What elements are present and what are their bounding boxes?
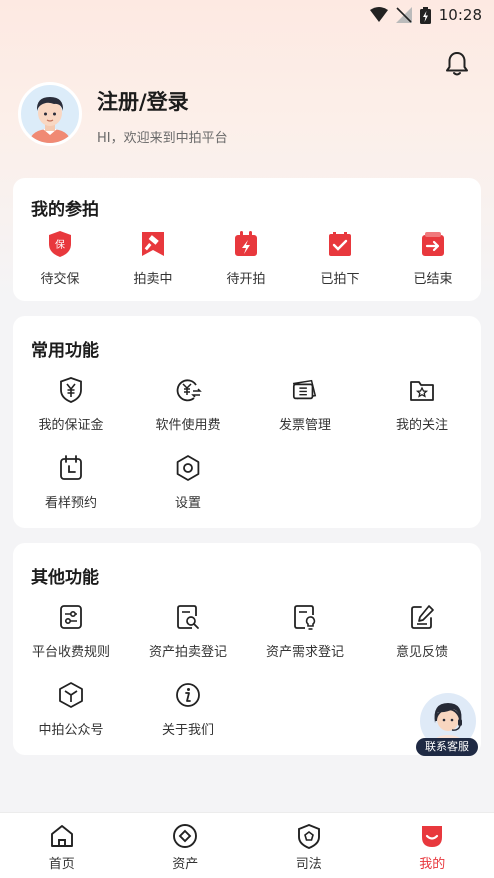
login-register-link[interactable]: 注册/登录 <box>97 86 189 116</box>
software-fee[interactable]: 软件使用费 <box>148 376 228 433</box>
star-folder-icon <box>410 381 434 401</box>
my-follows-label: 我的关注 <box>395 418 448 433</box>
yuan-exchange-icon <box>176 379 202 402</box>
official-account[interactable]: 中拍公众号 <box>25 681 117 738</box>
other-functions-title: 其他功能 <box>31 568 99 588</box>
svg-text:保: 保 <box>55 238 65 251</box>
auction-won-label: 已拍下 <box>320 272 360 287</box>
calendar-flash-icon <box>235 231 257 256</box>
other-functions-card: 其他功能 平台收费规则 资产拍卖登记 资产需求登记 意见反馈 中拍公众号 关于我… <box>13 543 481 755</box>
customer-service-label: 联系客服 <box>416 738 478 756</box>
auction-upcoming-label: 待开拍 <box>226 272 266 287</box>
asset-auction-register[interactable]: 资产拍卖登记 <box>142 603 234 660</box>
my-auction-card: 我的参拍 保 待交保 拍卖中 待开拍 已拍下 已结束 <box>13 178 481 301</box>
viewing-appointment[interactable]: 看样预约 <box>31 454 111 511</box>
nav-assets[interactable]: 资产 <box>124 813 248 878</box>
my-follows[interactable]: 我的关注 <box>382 376 462 433</box>
wifi-icon <box>369 7 388 22</box>
nav-assets-label: 资产 <box>172 857 199 872</box>
deposit-shield-icon: 保 <box>49 231 71 257</box>
status-time: 10:28 <box>438 6 482 24</box>
about-us[interactable]: 关于我们 <box>142 681 234 738</box>
feedback[interactable]: 意见反馈 <box>376 603 468 660</box>
avatar[interactable] <box>18 82 82 146</box>
nav-judicial[interactable]: 司法 <box>247 813 371 878</box>
exit-box-icon <box>422 232 444 256</box>
calendar-check-icon <box>329 232 351 256</box>
auction-won[interactable]: 已拍下 <box>315 230 365 287</box>
nav-mine[interactable]: 我的 <box>371 813 494 878</box>
settings[interactable]: 设置 <box>148 454 228 511</box>
auction-ended[interactable]: 已结束 <box>408 230 458 287</box>
auction-ended-label: 已结束 <box>413 272 453 287</box>
edit-icon <box>411 605 434 629</box>
asset-diamond-icon <box>173 824 198 848</box>
my-deposit[interactable]: 我的保证金 <box>31 376 111 433</box>
nav-home[interactable]: 首页 <box>0 813 124 878</box>
customer-service-button[interactable]: 联系客服 <box>416 693 478 757</box>
auction-in-progress[interactable]: 拍卖中 <box>128 230 178 287</box>
welcome-text: HI，欢迎来到中拍平台 <box>97 131 228 146</box>
justice-pentagon-icon <box>297 823 320 849</box>
my-auction-title: 我的参拍 <box>31 200 99 220</box>
notification-bell-icon[interactable] <box>443 50 471 78</box>
info-icon <box>176 683 200 707</box>
cube-icon <box>59 682 83 708</box>
auction-pending-deposit-label: 待交保 <box>40 272 80 287</box>
about-us-label: 关于我们 <box>161 723 214 738</box>
status-bar: 10:28 <box>0 0 494 30</box>
yuan-shield-icon <box>60 377 82 403</box>
home-icon <box>50 825 73 847</box>
auction-in-progress-label: 拍卖中 <box>133 272 173 287</box>
nav-home-label: 首页 <box>48 857 75 872</box>
settings-label: 设置 <box>174 496 201 511</box>
nav-mine-label: 我的 <box>419 857 446 872</box>
bottom-nav: 首页 资产 司法 我的 <box>0 812 494 878</box>
user-avatar-icon <box>29 97 71 143</box>
asset-demand-register[interactable]: 资产需求登记 <box>259 603 351 660</box>
asset-demand-register-label: 资产需求登记 <box>265 645 344 660</box>
viewing-appointment-label: 看样预约 <box>44 496 97 511</box>
gavel-icon <box>142 232 164 256</box>
software-fee-label: 软件使用费 <box>155 418 221 433</box>
no-signal-icon <box>395 7 412 23</box>
invoice-management[interactable]: 发票管理 <box>265 376 345 433</box>
platform-fee-rules-label: 平台收费规则 <box>31 645 110 660</box>
auction-pending-deposit[interactable]: 保 待交保 <box>35 230 85 287</box>
invoice-icon <box>292 379 317 400</box>
platform-fee-rules[interactable]: 平台收费规则 <box>25 603 117 660</box>
auction-upcoming[interactable]: 待开拍 <box>221 230 271 287</box>
feedback-label: 意见反馈 <box>395 645 448 660</box>
official-account-label: 中拍公众号 <box>38 723 104 738</box>
profile-icon <box>422 826 443 847</box>
calendar-clock-icon <box>60 455 82 480</box>
doc-search-icon <box>177 605 199 629</box>
my-deposit-label: 我的保证金 <box>38 418 104 433</box>
battery-icon <box>419 6 431 24</box>
common-functions-title: 常用功能 <box>31 341 99 361</box>
nav-judicial-label: 司法 <box>295 857 322 872</box>
settings-hexagon-icon <box>176 455 200 481</box>
common-functions-card: 常用功能 我的保证金 软件使用费 发票管理 我的关注 看样预约 设置 <box>13 316 481 528</box>
doc-bulb-icon <box>294 605 316 630</box>
invoice-management-label: 发票管理 <box>278 418 331 433</box>
asset-auction-register-label: 资产拍卖登记 <box>148 645 227 660</box>
sliders-icon <box>60 605 82 629</box>
